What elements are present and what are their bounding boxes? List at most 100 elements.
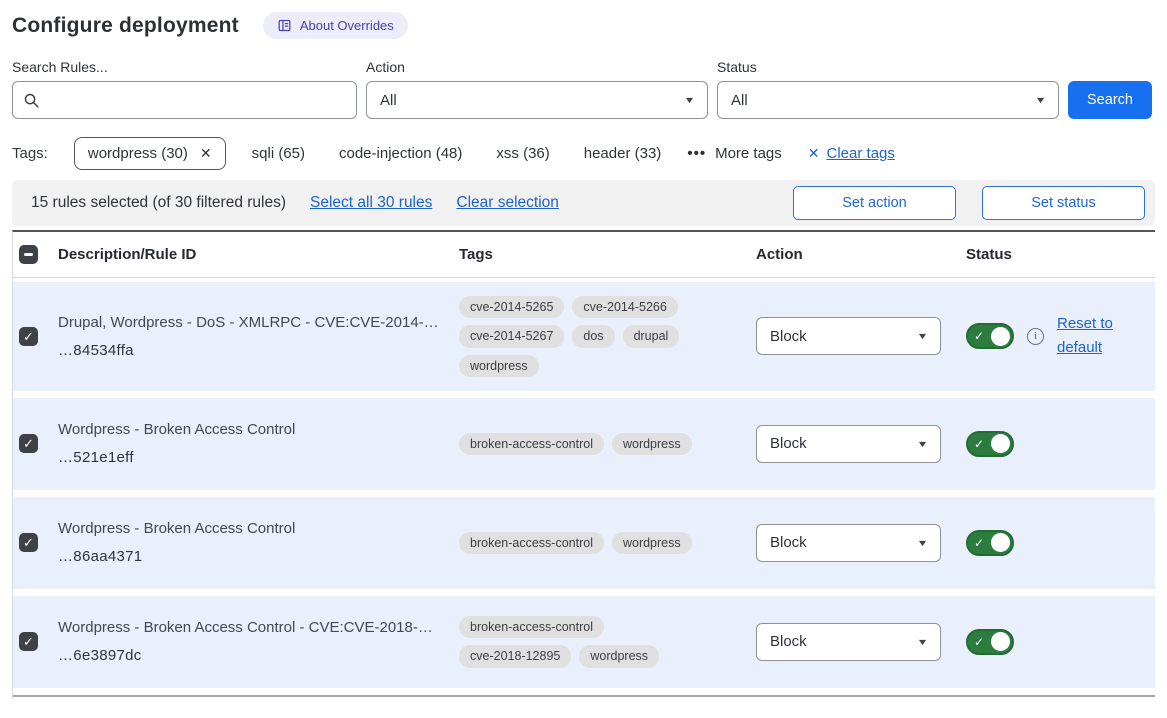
table-cell: Wordpress - Broken Access Control…521e1e… bbox=[58, 421, 459, 466]
check-icon: ✓ bbox=[23, 330, 34, 343]
table-row: ✓Wordpress - Broken Access Control - CVE… bbox=[13, 596, 1155, 688]
search-rules-input[interactable] bbox=[12, 81, 357, 119]
reset-to-default-link[interactable]: Reset to default bbox=[1057, 312, 1121, 360]
select-all-checkbox[interactable] bbox=[19, 245, 38, 264]
status-filter-select[interactable]: All ▼ bbox=[717, 81, 1059, 119]
status-toggle[interactable]: ✓ bbox=[966, 629, 1014, 655]
status-toggle[interactable]: ✓ bbox=[966, 323, 1014, 349]
table-cell: ✓ bbox=[13, 434, 58, 453]
rule-action-select[interactable]: Block ▼ bbox=[756, 623, 941, 661]
row-checkbox[interactable]: ✓ bbox=[19, 327, 38, 346]
chevron-down-icon: ▼ bbox=[917, 439, 929, 449]
more-tags-button[interactable]: ••• More tags bbox=[687, 145, 781, 162]
rule-description: Wordpress - Broken Access Control bbox=[58, 520, 459, 537]
remove-tag-icon[interactable]: ✕ bbox=[200, 145, 212, 162]
tag-link[interactable]: sqli (65) bbox=[252, 145, 305, 162]
check-icon: ✓ bbox=[974, 438, 984, 450]
rule-tag: broken-access-control bbox=[459, 616, 604, 638]
row-checkbox[interactable]: ✓ bbox=[19, 434, 38, 453]
rule-id: …521e1eff bbox=[58, 449, 459, 466]
tag-link[interactable]: code-injection (48) bbox=[339, 145, 462, 162]
clear-tags-label: Clear tags bbox=[827, 145, 895, 162]
info-icon[interactable]: i bbox=[1027, 328, 1044, 345]
status-filter-value: All bbox=[731, 92, 748, 109]
table-cell: ✓ bbox=[966, 431, 1155, 457]
rule-action-value: Block bbox=[770, 633, 807, 650]
action-filter-select[interactable]: All ▼ bbox=[366, 81, 708, 119]
table-cell: Wordpress - Broken Access Control …86aa43… bbox=[58, 520, 459, 565]
close-icon: ✕ bbox=[808, 145, 820, 162]
configure-deployment-page: Configure deployment About Overrides Sea… bbox=[0, 0, 1167, 699]
page-header: Configure deployment About Overrides bbox=[12, 12, 1155, 39]
rule-tag: dos bbox=[572, 325, 614, 347]
rule-id: …86aa4371 bbox=[58, 548, 459, 565]
filters-bar: Search Rules... Action All ▼ Status All … bbox=[12, 59, 1155, 119]
table-cell: ✓ bbox=[966, 530, 1155, 556]
rule-action-select[interactable]: Block▼ bbox=[756, 317, 941, 355]
table-cell: broken-access-controlwordpress bbox=[459, 433, 756, 455]
selection-summary: 15 rules selected (of 30 filtered rules) bbox=[31, 194, 286, 212]
rule-action-select[interactable]: Block▼ bbox=[756, 524, 941, 562]
status-toggle[interactable]: ✓ bbox=[966, 530, 1014, 556]
column-header-tags: Tags bbox=[459, 246, 756, 263]
table-cell: Block ▼ bbox=[756, 623, 966, 661]
table-cell: ✓ bbox=[13, 533, 58, 552]
toggle-knob bbox=[991, 533, 1010, 552]
select-all-link[interactable]: Select all 30 rules bbox=[310, 194, 432, 212]
clear-selection-link[interactable]: Clear selection bbox=[456, 194, 559, 212]
rule-id: …84534ffa bbox=[58, 342, 459, 359]
tag-links: sqli (65) code-injection (48) xss (36) head… bbox=[252, 145, 662, 162]
book-icon bbox=[277, 18, 292, 33]
rule-tag: drupal bbox=[623, 325, 680, 347]
rule-tag: broken-access-control bbox=[459, 532, 604, 554]
chevron-down-icon: ▼ bbox=[684, 95, 696, 105]
rule-action-select[interactable]: Block ▼ bbox=[756, 425, 941, 463]
more-tags-label: More tags bbox=[715, 145, 782, 162]
rule-tag: cve-2014-5265 bbox=[459, 296, 564, 318]
chevron-down-icon: ▼ bbox=[917, 637, 929, 647]
column-header-description: Description/Rule ID bbox=[58, 246, 459, 263]
selected-tag-label: wordpress (30) bbox=[88, 145, 188, 162]
selected-tag-chip[interactable]: wordpress (30) ✕ bbox=[74, 137, 226, 170]
table-cell: broken-access-controlwordpress bbox=[459, 532, 756, 554]
set-action-button[interactable]: Set action bbox=[793, 186, 956, 220]
tags-label: Tags: bbox=[12, 145, 48, 162]
rule-id: …6e3897dc bbox=[58, 647, 459, 664]
table-cell: broken-access-controlcve-2018-12895wordp… bbox=[459, 616, 756, 668]
tag-link[interactable]: header (33) bbox=[584, 145, 662, 162]
rule-tag: wordpress bbox=[459, 355, 539, 377]
rule-tag: wordpress bbox=[579, 645, 659, 667]
row-checkbox[interactable]: ✓ bbox=[19, 632, 38, 651]
action-filter-label: Action bbox=[366, 59, 708, 75]
check-icon: ✓ bbox=[23, 635, 34, 648]
about-overrides-badge[interactable]: About Overrides bbox=[263, 12, 408, 39]
table-cell bbox=[13, 245, 58, 264]
table-cell: ✓ bbox=[966, 629, 1155, 655]
chevron-down-icon: ▼ bbox=[1035, 95, 1047, 105]
table-cell: Block▼ bbox=[756, 317, 966, 355]
column-header-action: Action bbox=[756, 246, 966, 263]
clear-tags-button[interactable]: ✕ Clear tags bbox=[808, 145, 895, 162]
toggle-knob bbox=[991, 434, 1010, 453]
table-cell: Drupal, Wordpress - DoS - XMLRPC - CVE:C… bbox=[58, 314, 459, 359]
table-cell: ✓ bbox=[13, 632, 58, 651]
row-checkbox[interactable]: ✓ bbox=[19, 533, 38, 552]
check-icon: ✓ bbox=[23, 536, 34, 549]
rule-action-value: Block bbox=[770, 435, 807, 452]
status-toggle[interactable]: ✓ bbox=[966, 431, 1014, 457]
column-header-status: Status bbox=[966, 246, 1155, 263]
toggle-knob bbox=[991, 632, 1010, 651]
table-row: ✓ Wordpress - Broken Access Control …86aa4… bbox=[13, 497, 1155, 589]
table-row: ✓ Drupal, Wordpress - DoS - XMLRPC - CVE:… bbox=[13, 282, 1155, 391]
rule-action-value: Block bbox=[770, 534, 807, 551]
table-header-row: Description/Rule ID Tags Action Status bbox=[13, 232, 1155, 278]
status-filter-label: Status bbox=[717, 59, 1059, 75]
tag-link[interactable]: xss (36) bbox=[496, 145, 549, 162]
search-button[interactable]: Search bbox=[1068, 81, 1152, 119]
rules-table: Description/Rule ID Tags Action Status ✓… bbox=[12, 230, 1155, 699]
indeterminate-icon bbox=[24, 253, 33, 256]
set-status-button[interactable]: Set status bbox=[982, 186, 1145, 220]
about-overrides-label: About Overrides bbox=[300, 18, 394, 33]
rule-tag: broken-access-control bbox=[459, 433, 604, 455]
table-cell: Block▼ bbox=[756, 524, 966, 562]
